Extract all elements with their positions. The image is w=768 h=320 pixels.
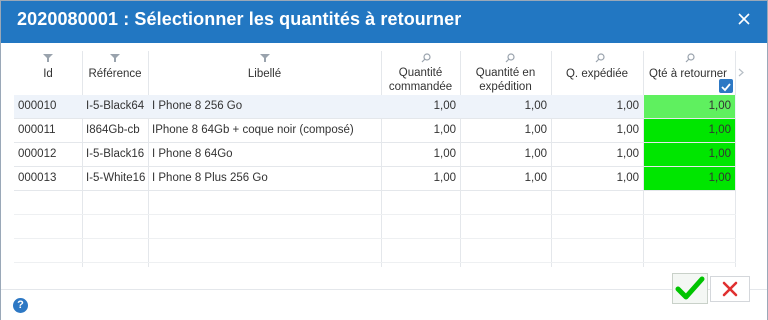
select-all-checkbox[interactable] xyxy=(719,79,733,93)
checkmark-icon xyxy=(721,83,731,92)
chevron-right-icon[interactable] xyxy=(738,68,744,77)
cell-qte-commandee: 1,00 xyxy=(433,100,456,112)
confirm-button[interactable] xyxy=(672,273,708,304)
cell-reference: I-5-White16 xyxy=(86,172,146,184)
return-quantities-dialog: 2020080001 : Sélectionner les quantités … xyxy=(0,0,768,320)
empty-row xyxy=(14,191,736,215)
column-header-libelle-label: Libellé xyxy=(247,68,282,80)
column-header-qte-retourner-label: Qté à retourner xyxy=(649,68,727,80)
table-row[interactable]: 000012 I-5-Black16 I Phone 8 64Go 1,00 1… xyxy=(14,143,736,167)
search-icon[interactable] xyxy=(684,53,696,63)
cell-libelle: IPhone 8 64Gb + coque noir (composé) xyxy=(152,124,354,136)
cell-qte-expedition: 1,00 xyxy=(524,172,547,184)
empty-row xyxy=(14,239,736,263)
cell-qte-retourner-input[interactable]: 1,00 xyxy=(644,167,735,190)
table-row[interactable]: 000013 I-5-White16 I Phone 8 Plus 256 Go… xyxy=(14,167,736,191)
dialog-titlebar: 2020080001 : Sélectionner les quantités … xyxy=(1,1,767,43)
cell-qte-expediee: 1,00 xyxy=(616,124,639,136)
cell-reference: I-5-Black64 xyxy=(86,100,145,112)
filter-icon[interactable] xyxy=(42,53,54,63)
cell-libelle: I Phone 8 64Go xyxy=(152,148,233,160)
search-icon[interactable] xyxy=(504,53,516,63)
cell-qte-retourner-input[interactable]: 1,00 xyxy=(644,95,735,118)
cell-id: 000012 xyxy=(18,148,57,160)
checkmark-icon xyxy=(675,276,705,300)
column-header-qte-commandee-line2: commandée xyxy=(388,81,453,93)
cell-qte-commandee: 1,00 xyxy=(433,172,456,184)
close-icon xyxy=(722,281,738,297)
column-header-id-label: Id xyxy=(43,68,53,80)
dialog-title: 2020080001 : Sélectionner les quantités … xyxy=(17,9,462,29)
dialog-footer: ? xyxy=(1,289,767,320)
cell-qte-expedition: 1,00 xyxy=(524,148,547,160)
table-row[interactable]: 000011 I864Gb-cb IPhone 8 64Gb + coque n… xyxy=(14,119,736,143)
cancel-button[interactable] xyxy=(710,276,750,302)
cell-libelle: I Phone 8 256 Go xyxy=(152,100,243,112)
cell-qte-commandee: 1,00 xyxy=(433,124,456,136)
filter-icon[interactable] xyxy=(109,53,121,63)
cell-id: 000013 xyxy=(18,172,57,184)
cell-qte-retourner-input[interactable]: 1,00 xyxy=(644,143,735,166)
column-header-qte-expedition-line2: expédition xyxy=(479,81,532,93)
cell-reference: I864Gb-cb xyxy=(86,124,140,136)
column-header-reference-label: Référence xyxy=(88,68,142,80)
cell-qte-commandee: 1,00 xyxy=(433,148,456,160)
empty-row xyxy=(14,215,736,239)
cell-libelle: I Phone 8 Plus 256 Go xyxy=(152,172,268,184)
cell-qte-expedition: 1,00 xyxy=(524,100,547,112)
grid-header: Id Référence Libellé Quantité commandée … xyxy=(14,51,744,96)
close-icon[interactable] xyxy=(735,10,753,28)
cell-qte-expediee: 1,00 xyxy=(616,148,639,160)
table-row[interactable]: 000010 I-5-Black64 I Phone 8 256 Go 1,00… xyxy=(14,95,736,119)
search-icon[interactable] xyxy=(594,53,606,63)
search-icon[interactable] xyxy=(420,53,432,63)
column-header-qte-expediee-label: Q. expédiée xyxy=(565,68,628,80)
cell-qte-expediee: 1,00 xyxy=(616,172,639,184)
filter-icon[interactable] xyxy=(259,53,271,63)
help-icon[interactable]: ? xyxy=(13,298,28,313)
cell-reference: I-5-Black16 xyxy=(86,148,145,160)
cell-qte-expedition: 1,00 xyxy=(524,124,547,136)
column-header-qte-commandee-line1: Quantité xyxy=(398,67,443,79)
cell-id: 000010 xyxy=(18,100,57,112)
cell-id: 000011 xyxy=(18,124,56,136)
cell-qte-retourner-input[interactable]: 1,00 xyxy=(644,119,735,142)
cell-qte-expediee: 1,00 xyxy=(616,100,639,112)
column-header-qte-expedition-line1: Quantité en xyxy=(475,67,536,79)
